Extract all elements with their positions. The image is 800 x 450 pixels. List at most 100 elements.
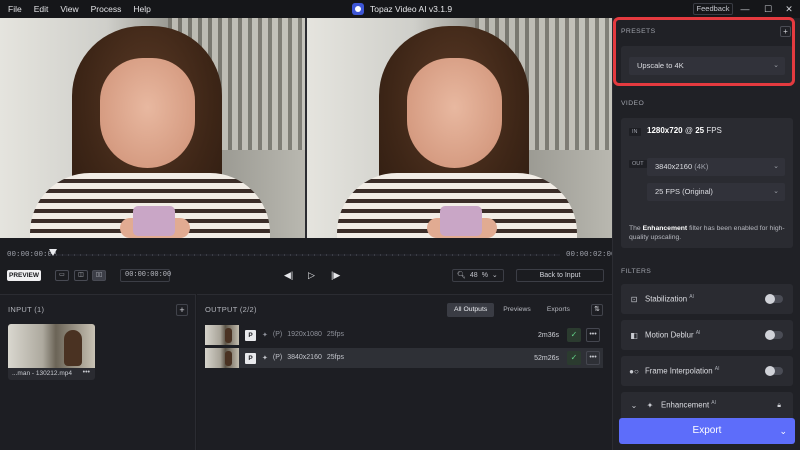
feedback-button[interactable]: Feedback	[693, 3, 733, 15]
timeline-scrubber[interactable]	[50, 254, 560, 256]
add-preset-button[interactable]: +	[780, 26, 791, 37]
preview-pane-enhanced[interactable]	[305, 18, 612, 238]
filter-stabilization[interactable]: ⊡ Stabilization AI	[621, 284, 793, 314]
filter-label: Frame Interpolation AI	[645, 366, 720, 376]
more-icon[interactable]: •••	[586, 328, 600, 342]
output-mode: (P)	[272, 354, 283, 361]
menu-help[interactable]: Help	[133, 4, 150, 14]
chevron-down-icon[interactable]: ⌄	[629, 401, 639, 410]
sort-icon[interactable]: ⇅	[591, 304, 603, 316]
filter-label: Enhancement AI	[661, 400, 716, 410]
motion-deblur-toggle[interactable]	[765, 330, 783, 340]
filter-name: Motion Deblur	[645, 330, 694, 340]
timecode-input[interactable]: 00:00:00:00	[120, 269, 171, 282]
source-at: @	[684, 126, 693, 135]
output-resolution: 3840x2160	[287, 354, 322, 361]
in-tag: IN	[629, 128, 641, 136]
zoom-select[interactable]: 🔍︎ 48 % ⌄	[452, 269, 504, 282]
output-fps-value: 25 FPS (Original)	[655, 187, 713, 196]
output-duration: 52m26s	[534, 354, 559, 362]
video-subject-face	[100, 58, 195, 168]
add-input-button[interactable]: +	[176, 304, 188, 316]
playhead-handle[interactable]	[49, 249, 57, 256]
video-title: VIDEO	[621, 100, 645, 107]
zoom-icon: 🔍︎	[457, 272, 466, 279]
output-thumbnail	[205, 325, 239, 345]
zoom-unit: %	[481, 272, 488, 279]
app-title-text: Topaz Video AI v3.1.9	[370, 4, 453, 14]
split-view-icon[interactable]: ◫	[74, 270, 88, 281]
filter-enhancement[interactable]: ⌄ ✦ Enhancement AI 🔒︎	[621, 392, 793, 418]
filter-motion-deblur[interactable]: ◧ Motion Deblur AI	[621, 320, 793, 350]
chevron-down-icon: ⌄	[773, 188, 779, 195]
menu-edit[interactable]: Edit	[34, 4, 49, 14]
output-fps: 25fps	[326, 331, 344, 338]
chevron-down-icon: ⌄	[773, 163, 779, 170]
output-row[interactable]: P ✦ (P) 1920x1080 25fps 2m36s ✓ •••	[205, 325, 603, 345]
chevron-down-icon[interactable]: ⌄	[779, 418, 787, 444]
ai-tag: AI	[689, 294, 694, 301]
preview-pane-original[interactable]	[0, 18, 305, 238]
video-preview[interactable]	[0, 18, 612, 238]
output-row-info: ✦ (P) 1920x1080 25fps	[262, 331, 344, 339]
output-resolution-select[interactable]: 3840x2160 (4K) ⌄	[647, 158, 785, 176]
menu-process[interactable]: Process	[91, 4, 122, 14]
frame-interpolation-icon: ●○	[629, 366, 639, 376]
maximize-icon[interactable]: ☐	[761, 2, 775, 16]
ai-tag: AI	[714, 366, 720, 373]
filter-name: Frame Interpolation	[645, 366, 713, 376]
output-row-info: ✦ (P) 3840x2160 25fps	[262, 354, 344, 362]
menu-view[interactable]: View	[60, 4, 78, 14]
note-prefix: The	[629, 225, 641, 232]
tab-previews[interactable]: Previews	[496, 303, 538, 317]
frame-interpolation-toggle[interactable]	[765, 366, 783, 376]
filter-frame-interpolation[interactable]: ●○ Frame Interpolation AI	[621, 356, 793, 386]
menu-file[interactable]: File	[8, 4, 22, 14]
filter-label: Stabilization AI	[645, 294, 694, 304]
output-tabs: All Outputs Previews Exports	[447, 303, 577, 317]
preview-button[interactable]: PREVIEW	[7, 270, 41, 281]
output-fps: 25fps	[326, 354, 344, 361]
presets-section: Upscale to 4K ⌄	[621, 46, 793, 86]
motion-deblur-icon: ◧	[630, 330, 638, 340]
video-section: IN 1280x720 @ 25 FPS OUT 3840x2160 (4K) …	[621, 118, 793, 248]
chevron-down-icon: ⌄	[773, 62, 779, 69]
export-button[interactable]: Export ⌄	[619, 418, 795, 444]
output-resolution: 1920x1080	[287, 331, 322, 338]
source-info: 1280x720 @ 25 FPS	[647, 126, 722, 135]
input-thumbnail-subject	[64, 330, 82, 366]
more-icon[interactable]: •••	[586, 351, 600, 365]
topaz-logo-icon	[352, 3, 364, 15]
sparkle-icon: ✦	[262, 332, 268, 339]
settings-sidebar: PRESETS + Upscale to 4K ⌄ VIDEO IN 1280x…	[612, 18, 800, 450]
output-row[interactable]: P ✦ (P) 3840x2160 25fps 52m26s ✓ •••	[205, 348, 603, 368]
minimize-icon[interactable]: —	[738, 2, 752, 16]
video-subject-face	[407, 58, 502, 168]
tab-exports[interactable]: Exports	[540, 303, 577, 317]
menu-bar: File Edit View Process Help	[0, 4, 151, 14]
timeline-end-time: 00:00:02:00	[566, 251, 616, 259]
export-label: Export	[692, 425, 722, 436]
step-forward-icon[interactable]: |▶	[331, 270, 340, 281]
output-fps-select[interactable]: 25 FPS (Original) ⌄	[647, 183, 785, 201]
ai-tag: AI	[711, 400, 717, 407]
input-title: INPUT (1)	[8, 305, 45, 314]
close-icon[interactable]: ✕	[782, 2, 796, 16]
output-title: OUTPUT (2/2)	[205, 305, 257, 314]
preview-badge: P	[245, 352, 256, 364]
preset-select[interactable]: Upscale to 4K ⌄	[629, 57, 785, 75]
filter-label: Motion Deblur AI	[645, 330, 700, 340]
single-view-icon[interactable]: ▭	[55, 270, 69, 281]
step-back-icon[interactable]: ◀|	[284, 270, 293, 281]
more-icon[interactable]: •••	[83, 369, 90, 376]
input-panel: INPUT (1) + ...man - 130212.mp4 •••	[0, 294, 196, 450]
app-title: Topaz Video AI v3.1.9	[352, 3, 452, 15]
filter-name: Enhancement	[661, 400, 710, 410]
input-file-card[interactable]: ...man - 130212.mp4 •••	[8, 324, 95, 380]
side-by-side-view-icon[interactable]: ▯▯	[92, 270, 106, 281]
back-to-input-button[interactable]: Back to Input	[516, 269, 604, 282]
stabilization-icon: ⊡	[630, 294, 638, 304]
stabilization-toggle[interactable]	[765, 294, 783, 304]
tab-all-outputs[interactable]: All Outputs	[447, 303, 495, 317]
play-icon[interactable]: ▷	[308, 270, 315, 281]
